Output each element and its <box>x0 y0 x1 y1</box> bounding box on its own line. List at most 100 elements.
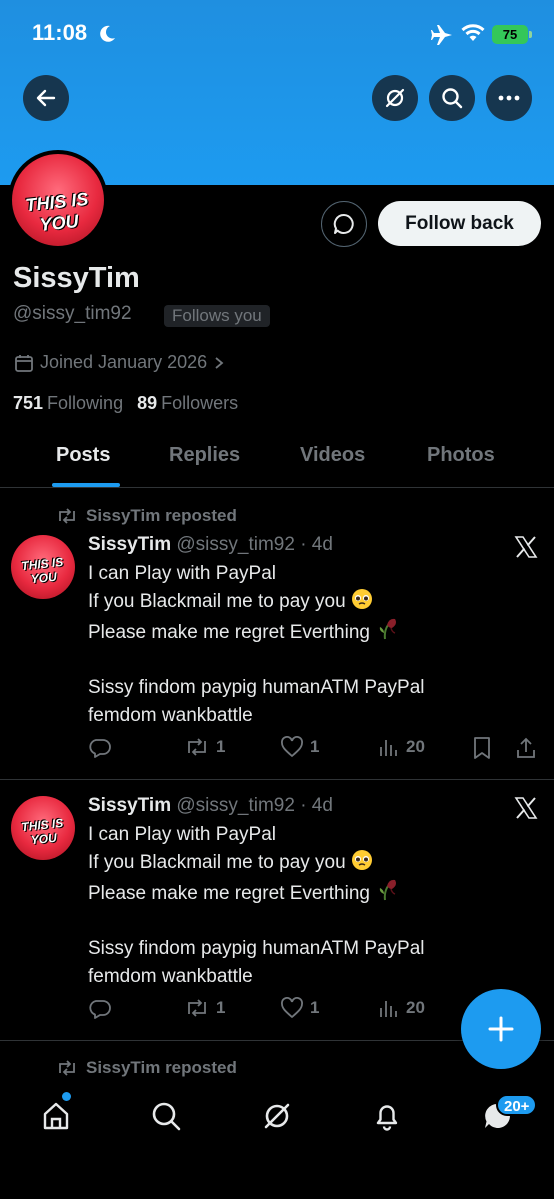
post-author-handle: @sissy_tim92 <box>176 534 295 555</box>
heart-icon <box>281 736 303 758</box>
more-button[interactable] <box>486 75 532 121</box>
grok-button[interactable] <box>372 75 418 121</box>
post-avatar[interactable]: THIS IS YOU <box>11 535 75 599</box>
search-icon <box>442 88 463 109</box>
post-time: · 4d <box>300 534 333 555</box>
tab-photos[interactable]: Photos <box>427 444 495 467</box>
nav-search[interactable] <box>146 1096 186 1136</box>
repost-icon <box>188 738 206 756</box>
reply-button[interactable] <box>88 736 118 760</box>
post-line: femdom wankbattle <box>88 704 253 726</box>
analytics-icon <box>380 1001 397 1017</box>
search-button[interactable] <box>429 75 475 121</box>
status-time: 11:08 <box>32 20 88 45</box>
post-text: I can Play with PayPal If you Blackmail … <box>88 560 528 729</box>
reply-icon <box>89 739 111 758</box>
follows-you-badge: Follows you <box>164 305 270 327</box>
follow-counts: 751 Following 89 Followers <box>13 393 238 414</box>
back-button[interactable] <box>23 75 69 121</box>
battery-level: 75 <box>492 25 528 44</box>
bottom-navigation: 20+ <box>0 1080 554 1199</box>
moon-icon <box>100 25 115 42</box>
post-line: Sissy findom paypig humanATM PayPal <box>88 938 425 959</box>
post-author-handle: @sissy_tim92 <box>176 795 295 816</box>
post-header: SissyTim @sissy_tim92 · 4d <box>88 534 333 556</box>
profile-avatar[interactable]: THIS IS YOU <box>8 150 108 250</box>
like-button[interactable]: 1 <box>280 997 319 1019</box>
post[interactable]: SissyTim reposted THIS IS YOU SissyTim @… <box>0 489 554 779</box>
post-author-name[interactable]: SissyTim <box>88 795 171 816</box>
bookmark-icon <box>474 737 490 759</box>
notifications-icon <box>376 1105 398 1131</box>
heart-icon <box>281 997 303 1019</box>
x-logo-icon <box>514 797 538 819</box>
repost-icon <box>59 508 75 524</box>
repost-indicator: SissyTim reposted <box>56 506 237 526</box>
analytics-icon <box>380 740 397 756</box>
like-button[interactable]: 1 <box>280 736 319 758</box>
pleading-face-icon <box>351 849 372 870</box>
reply-icon <box>89 1000 111 1019</box>
nav-home[interactable] <box>36 1096 76 1136</box>
status-bar: 11:08 75 <box>0 18 554 52</box>
grok-icon <box>385 88 405 108</box>
profile-display-name: SissyTim <box>13 262 140 294</box>
wilted-flower-icon <box>380 618 397 640</box>
profile-handle: @sissy_tim92 <box>13 303 132 324</box>
post-time: · 4d <box>300 795 333 816</box>
repost-count: 1 <box>216 998 226 1017</box>
share-icon <box>517 737 535 758</box>
repost-label: SissyTim reposted <box>86 1058 237 1077</box>
tab-replies[interactable]: Replies <box>169 444 240 467</box>
active-tab-indicator <box>52 483 120 487</box>
arrow-left-icon <box>36 89 56 107</box>
home-icon <box>43 1102 69 1130</box>
nav-notifications[interactable] <box>367 1096 407 1136</box>
messages-badge: 20+ <box>496 1094 538 1116</box>
like-count: 1 <box>310 998 320 1017</box>
calendar-icon <box>15 354 33 372</box>
reply-button[interactable] <box>88 997 118 1021</box>
tab-videos[interactable]: Videos <box>300 444 365 467</box>
avatar-caption: THIS IS YOU <box>24 188 90 235</box>
repost-button[interactable]: 1 <box>184 736 225 758</box>
following-link[interactable]: 751 Following <box>13 393 123 414</box>
plus-icon <box>488 1016 514 1042</box>
repost-indicator: SissyTim reposted <box>56 1058 237 1078</box>
joined-date[interactable]: Joined January 2026 <box>14 352 225 373</box>
chat-bubble-icon <box>333 213 354 234</box>
joined-text: Joined January 2026 <box>40 352 208 372</box>
post-text: I can Play with PayPal If you Blackmail … <box>88 821 528 990</box>
post-header: SissyTim @sissy_tim92 · 4d <box>88 795 333 817</box>
post-line: Please make me regret Everthing <box>88 883 370 904</box>
followers-count: 89 <box>137 393 158 413</box>
grok-icon <box>264 1103 290 1129</box>
repost-button[interactable]: 1 <box>184 997 225 1019</box>
compose-button[interactable] <box>461 989 541 1069</box>
follow-back-button[interactable]: Follow back <box>378 201 541 246</box>
tab-posts[interactable]: Posts <box>56 444 110 467</box>
post-line: Sissy findom paypig humanATM PayPal <box>88 677 425 698</box>
followers-link[interactable]: 89 Followers <box>137 393 238 414</box>
views-button[interactable]: 20 <box>378 997 425 1019</box>
views-button[interactable]: 20 <box>378 736 425 758</box>
following-label: Following <box>47 393 124 413</box>
avatar-caption: THIS IS YOU <box>20 554 64 587</box>
followers-label: Followers <box>161 393 239 413</box>
avatar-caption: THIS IS YOU <box>20 815 64 848</box>
nav-grok[interactable] <box>257 1096 297 1136</box>
share-button[interactable] <box>514 736 538 760</box>
message-button[interactable] <box>321 201 367 247</box>
bookmark-button[interactable] <box>471 736 493 760</box>
post-line: Please make me regret Everthing <box>88 622 370 643</box>
post-line: If you Blackmail me to pay you <box>88 851 346 873</box>
pleading-face-icon <box>351 588 372 609</box>
chevron-right-icon <box>215 356 224 369</box>
view-count: 20 <box>406 998 425 1017</box>
like-count: 1 <box>310 737 320 756</box>
battery-tip <box>529 31 532 38</box>
post-line: If you Blackmail me to pay you <box>88 590 346 612</box>
post-author-name[interactable]: SissyTim <box>88 534 171 555</box>
post-avatar[interactable]: THIS IS YOU <box>11 796 75 860</box>
post-actions: 1 1 20 <box>88 736 542 762</box>
